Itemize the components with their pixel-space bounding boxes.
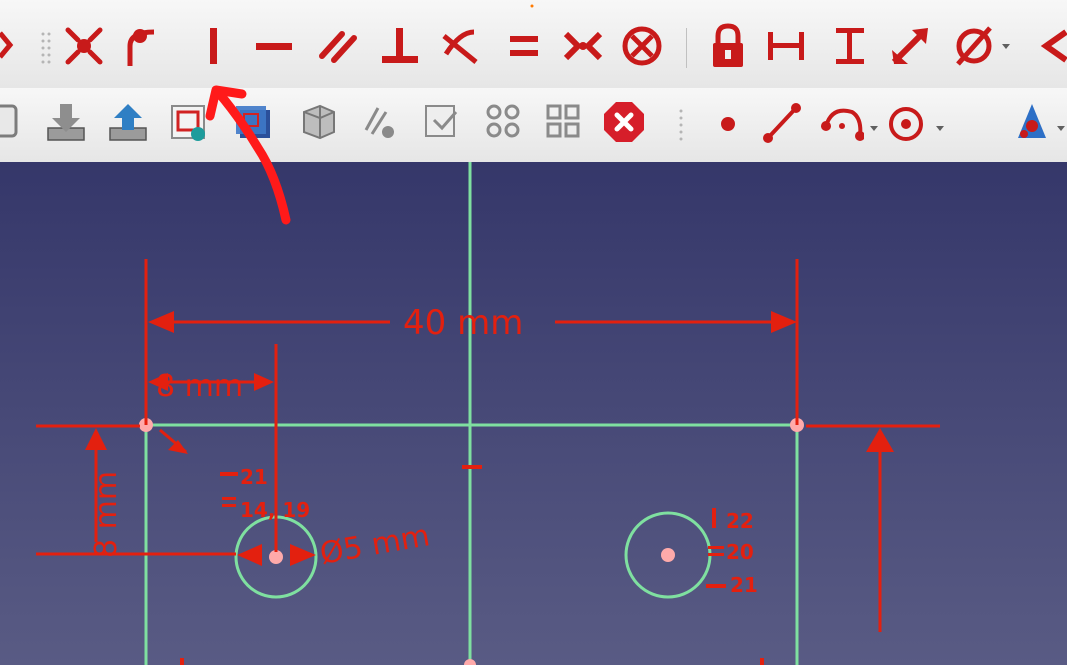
constrain-coincident-icon[interactable] bbox=[62, 24, 106, 68]
left-hole-equal-constraint[interactable]: 14, 19 bbox=[240, 498, 310, 522]
left-hole-center[interactable] bbox=[269, 550, 283, 564]
dropdown-arrow-icon[interactable] bbox=[934, 122, 946, 134]
constrain-angle-icon[interactable] bbox=[1038, 24, 1067, 68]
constrain-parallel-icon[interactable] bbox=[316, 24, 360, 68]
create-point-icon[interactable] bbox=[706, 100, 750, 144]
create-circle-icon[interactable] bbox=[884, 100, 928, 144]
constrain-vertical-icon[interactable] bbox=[194, 24, 234, 68]
toolbar-grip[interactable] bbox=[40, 30, 54, 66]
constrain-point-on-object-icon[interactable] bbox=[118, 24, 162, 68]
sketch-canvas[interactable]: 40 mm 8 mm 8 mm Ø5 mm 21 14, 19 22 20 21 bbox=[0, 162, 1067, 665]
view-section-icon[interactable] bbox=[232, 100, 276, 144]
right-hole-equal-constraint[interactable]: 20 bbox=[726, 540, 754, 564]
import-icon[interactable] bbox=[44, 100, 88, 144]
constrain-perpendicular-icon[interactable] bbox=[378, 24, 422, 68]
width-dimension-label[interactable]: 40 mm bbox=[403, 303, 523, 343]
constrain-tangent-icon[interactable] bbox=[438, 24, 482, 68]
right-hole-center[interactable] bbox=[661, 548, 675, 562]
toolbar-left-edge-icon bbox=[0, 31, 14, 59]
height-dimension-label[interactable]: 8 mm bbox=[89, 471, 124, 558]
constrain-lock-icon[interactable] bbox=[706, 22, 750, 70]
sketcher-geometry-toolbar bbox=[0, 88, 1067, 163]
view-sketch-icon[interactable] bbox=[0, 100, 22, 144]
constrain-block-icon[interactable] bbox=[620, 24, 664, 68]
create-conic-icon[interactable] bbox=[1010, 100, 1054, 144]
offset-dimension-label[interactable]: 8 mm bbox=[156, 369, 243, 404]
constrain-symmetric-icon[interactable] bbox=[560, 24, 604, 68]
left-hole-horizontal-constraint[interactable]: 21 bbox=[240, 465, 268, 489]
validate-sketch-icon[interactable] bbox=[296, 100, 340, 144]
mirror-sketch-icon[interactable] bbox=[482, 100, 526, 144]
constrain-horizontal-distance-icon[interactable] bbox=[764, 24, 808, 68]
sketcher-constraints-toolbar bbox=[0, 0, 1067, 89]
export-icon[interactable] bbox=[106, 100, 150, 144]
create-arc-icon[interactable] bbox=[820, 100, 864, 144]
3d-viewport[interactable]: 40 mm 8 mm 8 mm Ø5 mm 21 14, 19 22 20 21 bbox=[0, 162, 1067, 665]
toolbar-grip[interactable] bbox=[678, 108, 688, 142]
dropdown-arrow-icon[interactable] bbox=[1000, 40, 1012, 52]
map-sketch-icon[interactable] bbox=[358, 100, 402, 144]
leave-sketch-icon[interactable] bbox=[168, 100, 212, 144]
constrain-equal-icon[interactable] bbox=[502, 24, 546, 68]
right-hole-horizontal-constraint[interactable]: 21 bbox=[730, 573, 758, 597]
right-hole-vertical-constraint[interactable]: 22 bbox=[726, 509, 754, 533]
constrain-horizontal-icon[interactable] bbox=[252, 24, 296, 68]
reorient-sketch-icon[interactable] bbox=[542, 100, 586, 144]
constrain-distance-icon[interactable] bbox=[888, 24, 932, 68]
toolbar-separator bbox=[686, 28, 687, 68]
diameter-dimension-label[interactable]: Ø5 mm bbox=[317, 518, 432, 572]
merge-sketch-icon[interactable] bbox=[420, 100, 464, 144]
dropdown-arrow-icon[interactable] bbox=[868, 122, 880, 134]
close-sketch-icon[interactable] bbox=[602, 100, 646, 144]
create-line-icon[interactable] bbox=[760, 100, 804, 144]
constrain-vertical-distance-icon[interactable] bbox=[828, 24, 872, 68]
dropdown-arrow-icon[interactable] bbox=[1055, 122, 1067, 134]
constrain-diameter-icon[interactable] bbox=[952, 24, 996, 68]
